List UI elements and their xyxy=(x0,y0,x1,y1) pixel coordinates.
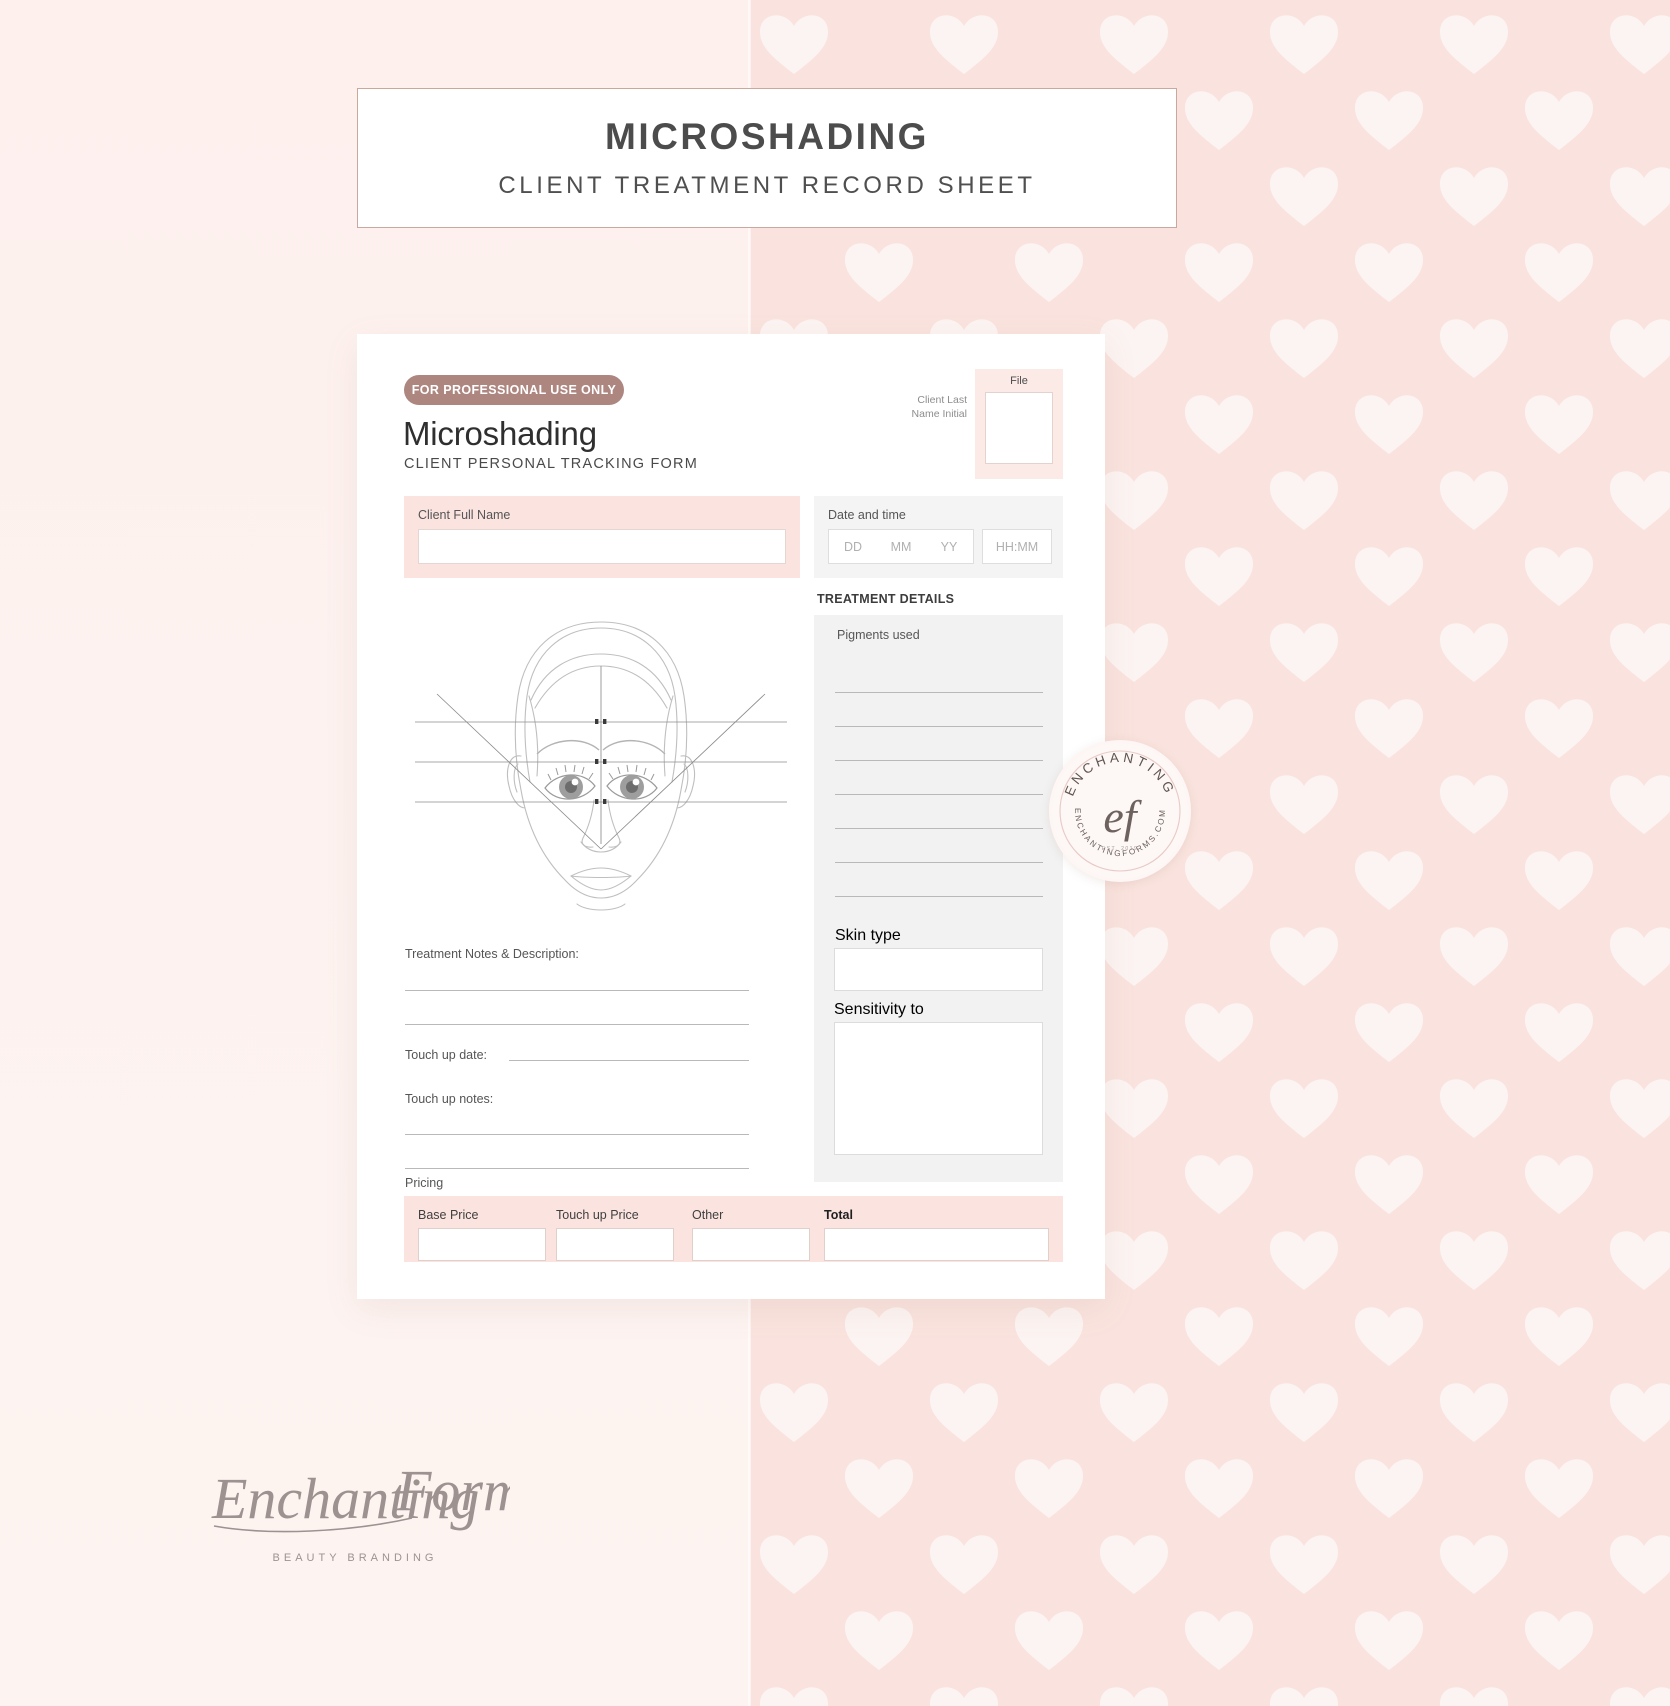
pigment-line[interactable] xyxy=(835,761,1043,795)
client-name-label: Client Full Name xyxy=(418,508,511,522)
total-input[interactable] xyxy=(824,1228,1049,1261)
treatment-notes-label: Treatment Notes & Description: xyxy=(405,947,579,961)
touch-up-notes-line[interactable] xyxy=(405,1168,749,1169)
pigment-line[interactable] xyxy=(835,863,1043,897)
pricing-base-price: Base Price xyxy=(418,1208,546,1261)
other-price-input[interactable] xyxy=(692,1228,810,1261)
touch-up-notes-label: Touch up notes: xyxy=(405,1092,494,1106)
enchanting-forms-stamp: ENCHANTING ENCHANTINGFORMS.COM ef EST. 2… xyxy=(1049,740,1191,882)
date-month-input[interactable]: MM xyxy=(877,540,925,554)
pigment-line[interactable] xyxy=(835,659,1043,693)
footer-brand-logo: Enchanting Forms xyxy=(200,1432,547,1552)
pigments-used-lines xyxy=(835,659,1043,931)
touch-up-price-label: Touch up Price xyxy=(556,1208,639,1222)
date-time-fields: DD MM YY HH:MM xyxy=(828,529,1052,564)
pricing-touch-up-price: Touch up Price xyxy=(556,1208,674,1261)
touch-up-notes-line[interactable] xyxy=(405,1134,749,1135)
date-time-block: Date and time DD MM YY HH:MM xyxy=(814,496,1063,578)
client-name-input[interactable] xyxy=(418,529,786,564)
treatment-details-heading: TREATMENT DETAILS xyxy=(817,592,955,606)
page-subtitle: CLIENT TREATMENT RECORD SHEET xyxy=(498,172,1036,199)
screenshot-root: MICROSHADING CLIENT TREATMENT RECORD SHE… xyxy=(0,0,1670,1706)
date-input-group[interactable]: DD MM YY xyxy=(828,529,974,564)
page-title: MICROSHADING xyxy=(605,116,929,157)
treatment-details-panel: Pigments used xyxy=(814,615,1063,931)
client-last-name-initial-label: Client Last Name Initial xyxy=(911,394,967,420)
skin-type-input[interactable] xyxy=(834,948,1043,991)
form-sheet: FOR PROFESSIONAL USE ONLY Microshading C… xyxy=(357,334,1105,1299)
other-price-label: Other xyxy=(692,1208,724,1222)
pricing-label: Pricing xyxy=(405,1176,444,1190)
pricing-total: Total xyxy=(824,1208,1049,1261)
treatment-details-panel-lower: Skin type Sensitivity to xyxy=(814,914,1063,1182)
base-price-label: Base Price xyxy=(418,1208,479,1222)
face-mapping-diagram xyxy=(405,604,797,924)
file-initial-input[interactable] xyxy=(985,392,1053,464)
date-time-label: Date and time xyxy=(828,508,906,522)
file-label: File xyxy=(1010,375,1028,387)
skin-type-label: Skin type xyxy=(835,927,901,944)
pigments-used-label: Pigments used xyxy=(837,628,920,642)
pricing-bar: Base Price Touch up Price Other Total xyxy=(404,1196,1063,1262)
professional-use-badge: FOR PROFESSIONAL USE ONLY xyxy=(404,375,624,405)
date-year-input[interactable]: YY xyxy=(925,540,973,554)
time-input[interactable]: HH:MM xyxy=(982,529,1052,564)
title-card: MICROSHADING CLIENT TREATMENT RECORD SHE… xyxy=(357,88,1177,228)
sensitivity-label: Sensitivity to xyxy=(834,1001,924,1018)
form-title: Microshading xyxy=(403,415,597,452)
client-name-block: Client Full Name xyxy=(404,496,800,578)
svg-text:EST. 2019: EST. 2019 xyxy=(1102,846,1139,852)
pigment-line[interactable] xyxy=(835,727,1043,761)
date-day-input[interactable]: DD xyxy=(829,540,877,554)
pigment-line[interactable] xyxy=(835,795,1043,829)
touch-up-date-label: Touch up date: xyxy=(405,1048,488,1062)
pigment-line[interactable] xyxy=(835,693,1043,727)
total-label: Total xyxy=(824,1208,853,1222)
treatment-notes-line[interactable] xyxy=(405,990,749,991)
form-subtitle: CLIENT PERSONAL TRACKING FORM xyxy=(404,456,698,472)
touch-up-date-input[interactable] xyxy=(509,1060,749,1061)
pricing-other: Other xyxy=(692,1208,810,1261)
sensitivity-input[interactable] xyxy=(834,1022,1043,1155)
professional-use-badge-label: FOR PROFESSIONAL USE ONLY xyxy=(411,383,617,397)
pigment-line[interactable] xyxy=(835,829,1043,863)
footer-tagline: BEAUTY BRANDING xyxy=(272,1552,438,1564)
file-block: File xyxy=(975,369,1063,479)
touch-up-price-input[interactable] xyxy=(556,1228,674,1261)
svg-text:Forms: Forms xyxy=(395,1458,510,1523)
base-price-input[interactable] xyxy=(418,1228,546,1261)
treatment-notes-line[interactable] xyxy=(405,1024,749,1025)
